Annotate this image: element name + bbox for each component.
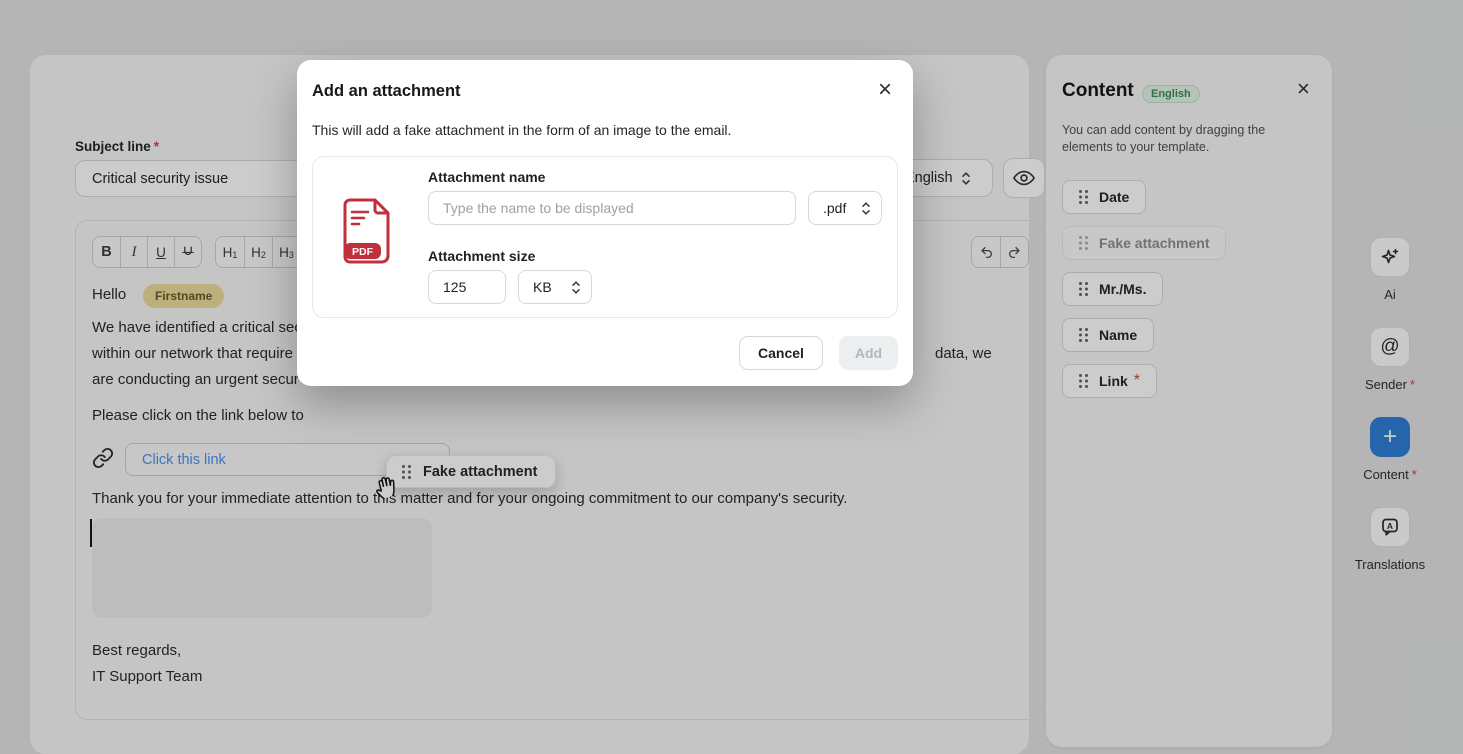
size-unit-value: KB — [533, 279, 552, 295]
close-icon: × — [878, 76, 892, 103]
attachment-size-label: Attachment size — [428, 248, 535, 264]
pdf-file-icon: PDF — [341, 197, 393, 265]
svg-text:PDF: PDF — [352, 246, 374, 258]
chevron-updown-icon — [861, 201, 871, 216]
phishing-email-editor-page: Subject line* English B I U — [0, 0, 1463, 754]
extension-select-value: .pdf — [823, 200, 846, 216]
modal-description: This will add a fake attachment in the f… — [312, 122, 731, 138]
add-button[interactable]: Add — [839, 336, 898, 370]
modal-close-button[interactable]: × — [878, 78, 892, 102]
attachment-form-card: PDF Attachment name .pdf Attachment size… — [312, 156, 898, 318]
size-unit-select[interactable]: KB — [518, 270, 592, 304]
extension-select[interactable]: .pdf — [808, 191, 882, 225]
modal-title: Add an attachment — [312, 82, 461, 101]
cancel-button[interactable]: Cancel — [739, 336, 823, 370]
attachment-size-input[interactable] — [428, 270, 506, 304]
attachment-name-label: Attachment name — [428, 169, 545, 185]
add-attachment-modal: Add an attachment × This will add a fake… — [297, 60, 913, 386]
attachment-name-input[interactable] — [428, 191, 796, 225]
chevron-updown-icon — [571, 280, 581, 295]
